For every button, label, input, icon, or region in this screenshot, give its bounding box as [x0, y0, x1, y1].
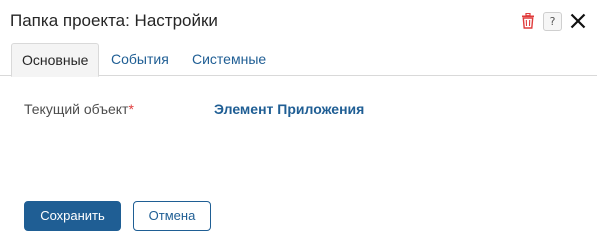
close-button[interactable] [570, 13, 586, 29]
header-actions: ? [521, 10, 586, 32]
cancel-button[interactable]: Отмена [133, 201, 211, 231]
current-object-link[interactable]: Элемент Приложения [214, 101, 364, 117]
tab-system[interactable]: Системные [192, 43, 266, 76]
tab-bar: Основные События Системные [0, 43, 597, 77]
tab-main[interactable]: Основные [11, 43, 100, 77]
delete-button[interactable] [521, 13, 535, 29]
required-mark: * [128, 101, 134, 117]
field-label-text: Текущий объект [24, 101, 129, 117]
dialog-title: Папка проекта: Настройки [10, 11, 218, 30]
save-button[interactable]: Сохранить [24, 201, 121, 231]
help-icon[interactable]: ? [543, 11, 562, 31]
field-label-current-object: Текущий объект* [24, 101, 134, 117]
tab-events[interactable]: События [111, 43, 169, 76]
close-icon [570, 13, 586, 29]
trash-icon [522, 13, 534, 29]
